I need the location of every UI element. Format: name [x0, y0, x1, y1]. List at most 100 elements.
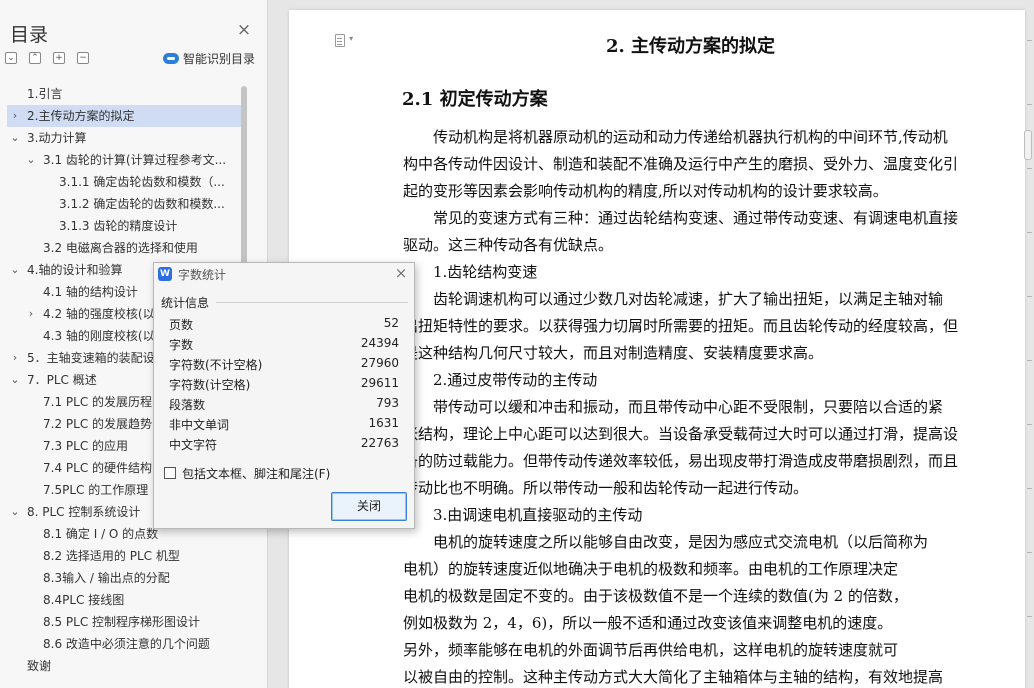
- paragraph-line: 3.由调速电机直接驱动的主传动: [433, 506, 643, 524]
- stat-row: 中文字符 22763: [169, 436, 399, 454]
- stat-value: 1631: [368, 416, 399, 430]
- outline-item[interactable]: › 2.主传动方案的拟定: [7, 105, 245, 127]
- paragraph-line: 备的防过载能力。但带传动传递效率较低，易出现皮带打滑造成皮带磨损剧烈，而且: [403, 452, 959, 470]
- paragraph-line: 传动机构是将机器原动机的运动和动力传递给机器执行机构的中间环节,传动机: [433, 128, 948, 146]
- outline-item[interactable]: ⌄ 3.1 齿轮的计算(计算过程参考文...: [7, 149, 245, 171]
- close-button[interactable]: 关闭: [331, 492, 407, 521]
- outline-item-label: 3.1.3 齿轮的精度设计: [59, 219, 178, 233]
- stat-row: 字符数(计空格) 29611: [169, 376, 399, 394]
- paragraph-line: 带传动可以缓和冲击和振动，而且带传动中心距不受限制，只要陪以合适的紧: [433, 398, 944, 416]
- document-scrollbar-thumb[interactable]: [1024, 130, 1032, 160]
- stat-value: 52: [383, 316, 399, 330]
- page-menu-icon[interactable]: ▾: [335, 34, 355, 50]
- chevron-right-icon[interactable]: ›: [9, 105, 21, 127]
- stat-row: 字数 24394: [169, 336, 399, 354]
- stat-row: 段落数 793: [169, 396, 399, 414]
- chevron-down-icon[interactable]: ⌄: [9, 259, 21, 281]
- outline-title: 目录: [10, 24, 49, 46]
- paragraph-line: 出扭矩特性的要求。以获得强力切屑时所需要的扭矩。而且齿轮传动的经度较高，但: [403, 317, 959, 335]
- outline-item-label: 2.主传动方案的拟定: [27, 109, 135, 123]
- paragraph-line: 是这种结构几何尺寸较大，而且对制造精度、安装精度要求高。: [403, 344, 824, 362]
- outline-item[interactable]: 8.4PLC 接线图: [7, 589, 245, 611]
- section-heading: 2. 主传动方案的拟定: [606, 36, 776, 57]
- paragraph-line: 以被自由的控制。这种主传动方式大大简化了主轴箱体与主轴的结构，有效地提高: [403, 668, 944, 686]
- outline-item[interactable]: 3.2 电磁离合器的选择和使用: [7, 237, 245, 259]
- outline-item-label: 3.1.2 确定齿轮的齿数和模数...: [59, 197, 225, 211]
- outline-item-label: 1.引言: [27, 87, 63, 101]
- wps-writer-icon: W: [158, 267, 172, 281]
- outline-item[interactable]: 8.3输入 / 输出点的分配: [7, 567, 245, 589]
- paragraph-line: 例如极数为 2，4，6)，所以一般不适和通过改变该值来调整电机的速度。: [403, 614, 893, 632]
- collapse-all-icon[interactable]: ⌄: [5, 52, 17, 64]
- stat-value: 27960: [360, 356, 399, 370]
- paragraph-line: 张结构，理论上中心距可以达到很大。当设备承受载荷过大时可以通过打滑，提高设: [403, 425, 959, 443]
- close-icon[interactable]: ×: [236, 22, 252, 39]
- stat-value: 24394: [360, 336, 399, 350]
- paragraph-line: 另外，频率能够在电机的外面调节后再供给电机，这样电机的旋转速度就可: [403, 641, 899, 659]
- outline-item[interactable]: 8.2 选择适用的 PLC 机型: [7, 545, 245, 567]
- paragraph-line: 2.通过皮带传动的主传动: [433, 371, 598, 389]
- ruler-tick: [1027, 232, 1032, 233]
- dialog-close-icon[interactable]: ×: [393, 265, 409, 281]
- outline-item[interactable]: 致谢: [7, 655, 245, 677]
- ruler-tick: [1027, 104, 1032, 105]
- stat-label: 字数: [169, 338, 194, 352]
- expand-up-icon[interactable]: ⌃: [29, 52, 41, 64]
- ruler-tick: [1027, 488, 1032, 489]
- outline-item-label: 8.5 PLC 控制程序梯形图设计: [43, 615, 201, 629]
- paragraph-line: 电机的极数是固定不变的。由于该极数值不是一个连续的数值(为 2 的倍数，: [403, 587, 908, 605]
- word-count-dialog: W 字数统计 × 统计信息 页数 52 字数 24394 字符数(不计空格) 27960 字…: [153, 262, 415, 529]
- outline-item[interactable]: 3.1.3 齿轮的精度设计: [7, 215, 245, 237]
- outline-item-label: 8.3输入 / 输出点的分配: [43, 571, 170, 585]
- outline-item[interactable]: 3.1.2 确定齿轮的齿数和模数...: [7, 193, 245, 215]
- outline-item[interactable]: ⌄ 3.动力计算: [7, 127, 245, 149]
- outline-item-label: 3.1 齿轮的计算(计算过程参考文...: [43, 153, 227, 167]
- stat-row: 页数 52: [169, 316, 399, 334]
- chevron-down-icon[interactable]: ⌄: [9, 127, 21, 149]
- ruler-tick: [1027, 360, 1032, 361]
- remove-heading-icon[interactable]: −: [77, 52, 89, 64]
- outline-item[interactable]: 3.1.1 确定齿轮齿数和模数（...: [7, 171, 245, 193]
- chevron-right-icon[interactable]: ›: [9, 347, 21, 369]
- subsection-heading: 2.1 初定传动方案: [402, 89, 548, 110]
- smart-toc-label: 智能识别目录: [183, 52, 256, 66]
- dialog-title: 字数统计: [178, 268, 227, 282]
- outline-item-label: 3.2 电磁离合器的选择和使用: [43, 241, 198, 255]
- stat-label: 中文字符: [169, 438, 218, 452]
- dialog-titlebar[interactable]: W 字数统计 ×: [154, 263, 414, 285]
- outline-item-label: 3.1.1 确定齿轮齿数和模数（...: [59, 175, 225, 189]
- include-textboxes-checkbox[interactable]: [164, 467, 176, 479]
- outline-item-label: 3.动力计算: [27, 131, 87, 145]
- paragraph-line: 电机的旋转速度之所以能够自由改变，是因为感应式交流电机（以后简称为: [433, 533, 929, 551]
- chevron-down-icon[interactable]: ⌄: [25, 149, 37, 171]
- paragraph-line: 常见的变速方式有三种：通过齿轮结构变速、通过带传动变速、有调速电机直接: [433, 209, 959, 227]
- ruler-tick: [1027, 616, 1032, 617]
- chevron-down-icon[interactable]: ⌄: [9, 369, 21, 391]
- stat-label: 字符数(计空格): [169, 378, 251, 392]
- outline-item-label: 8.2 选择适用的 PLC 机型: [43, 549, 180, 563]
- outline-item[interactable]: 1.引言: [7, 83, 245, 105]
- add-heading-icon[interactable]: +: [53, 52, 65, 64]
- paragraph-line: 电机）的旋转速度近似地确决于电机的极数和频率。由电机的工作原理决定: [403, 560, 899, 578]
- ruler-tick: [1027, 552, 1032, 553]
- stats-group-label: 统计信息: [161, 296, 210, 310]
- smart-toc-button[interactable]: 智能识别目录: [163, 50, 255, 67]
- ruler-tick: [1027, 40, 1032, 41]
- stat-label: 字符数(不计空格): [169, 358, 263, 372]
- paragraph-line: 驱动。这三种传动各有优缺点。: [403, 236, 614, 254]
- outline-item-label: 8.6 改造中必须注意的几个问题: [43, 637, 210, 651]
- outline-item[interactable]: 8.6 改造中必须注意的几个问题: [7, 633, 245, 655]
- outline-item[interactable]: 8.5 PLC 控制程序梯形图设计: [7, 611, 245, 633]
- chevron-down-icon[interactable]: ⌄: [9, 501, 21, 523]
- ruler-tick: [1027, 168, 1032, 169]
- paragraph-line: 1.齿轮结构变速: [433, 263, 538, 281]
- stat-value: 793: [376, 396, 399, 410]
- ruler-tick: [1027, 424, 1032, 425]
- paragraph-line: 构中各传动件因设计、制造和装配不准确及运行中产生的磨损、受外力、温度变化引: [403, 155, 959, 173]
- chevron-right-icon[interactable]: ›: [25, 303, 37, 325]
- stat-row: 非中文单词 1631: [169, 416, 399, 434]
- stat-row: 字符数(不计空格) 27960: [169, 356, 399, 374]
- cloud-icon: [163, 53, 179, 64]
- outline-item-label: 致谢: [27, 659, 52, 673]
- include-textboxes-label: 包括文本框、脚注和尾注(F): [182, 467, 331, 481]
